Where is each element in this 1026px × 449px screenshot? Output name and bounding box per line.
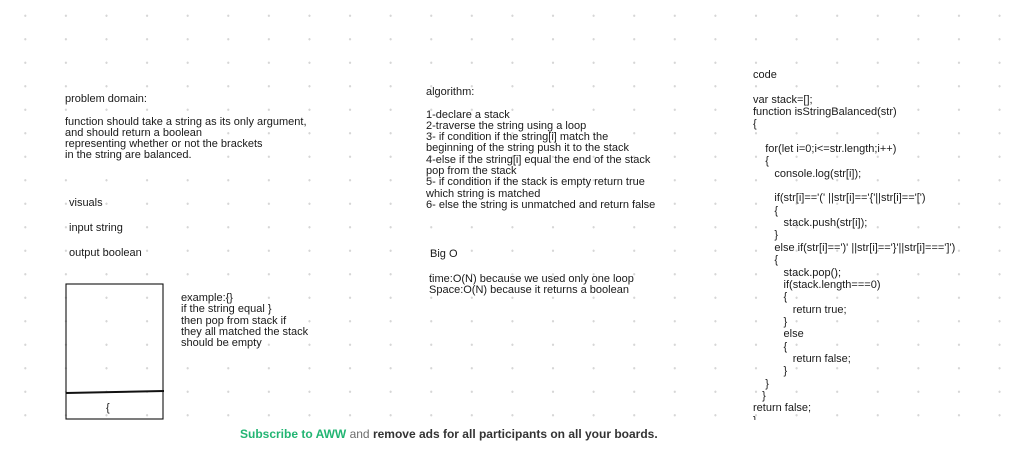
stack-box [65, 283, 164, 420]
code-text-line: else if(str[i]==')' ||str[i]=='}'||str[i… [753, 241, 956, 254]
code-text-line: } [753, 365, 788, 378]
code-text-line: } [753, 229, 779, 242]
banner-and-text: and [346, 427, 373, 441]
code-text-line: ​ [753, 81, 955, 93]
big-o-label: Big O [430, 248, 458, 260]
code-text-line: } [753, 315, 788, 328]
code-text-line: if(str[i]=='(' ||str[i]=='{'||str[i]=='[… [753, 192, 926, 205]
subscribe-link[interactable]: Subscribe to AWW [240, 427, 346, 441]
code-text-line: { [753, 291, 788, 304]
complexity-text: time:O(N) because we used only one loop S… [429, 273, 634, 297]
code-text-line: { [753, 118, 757, 131]
example-text-line: if the string equal } [181, 303, 272, 316]
example-text: example:{} if the string equal } then pop … [181, 292, 308, 350]
code-text: code​var stack=[];function isStringBalan… [753, 69, 955, 425]
algorithm-text-line: 6- else the string is unmatched and retu… [426, 198, 656, 211]
banner-message: remove ads for all participants on all y… [372, 427, 658, 441]
code-text-line: } [753, 377, 769, 390]
code-text-line: return false; [753, 402, 812, 415]
code-text-line: return true; [753, 303, 847, 316]
problem-domain-text: problem domain:​function should take a s… [65, 93, 307, 162]
stack-box-char: { [106, 402, 110, 414]
code-text-line: { [753, 340, 788, 353]
input-label: input string [69, 222, 123, 234]
code-text-line: console.log(str[i]); [753, 167, 862, 180]
problem-domain-text-line: ​ [65, 105, 307, 116]
code-text-line: var stack=[]; [753, 93, 813, 106]
code-text-line: ​ [753, 180, 955, 192]
example-text-line: should be empty [181, 337, 262, 350]
code-text-line: stack.push(str[i]); [753, 217, 868, 230]
complexity-text-line: Space:O(N) because it returns a boolean [429, 284, 629, 297]
code-text-line: else [753, 328, 804, 341]
algorithm-text-line: ​ [426, 98, 655, 109]
output-label: output boolean [69, 247, 142, 259]
code-text-line: if(stack.length===0) [753, 278, 881, 291]
code-text-line: code [753, 69, 777, 81]
code-text-line: ​ [753, 131, 955, 143]
code-text-line: { [753, 204, 779, 217]
stack-box-divider [65, 390, 165, 394]
code-text-line: { [753, 155, 769, 168]
visuals-label: visuals [69, 197, 103, 209]
code-text-line: for(let i=0;i<=str.length;i++) [753, 143, 897, 156]
code-text-line: return false; [753, 352, 851, 365]
problem-domain-text-line: in the string are balanced. [65, 149, 192, 162]
code-text-line: stack.pop(); [753, 266, 842, 279]
algorithm-text-line: 5- if condition if the stack is empty re… [426, 176, 645, 189]
code-text-line: } [753, 389, 766, 402]
problem-domain-text-line: problem domain: [65, 93, 147, 105]
subscribe-banner: Subscribe to AWW and remove ads for all … [0, 420, 1026, 449]
algorithm-text: algorithm:​1-declare a stack2-traverse t… [426, 86, 656, 211]
algorithm-text-line: algorithm: [426, 86, 475, 98]
code-text-line: function isStringBalanced(str) [753, 106, 897, 119]
code-text-line: { [753, 254, 779, 267]
